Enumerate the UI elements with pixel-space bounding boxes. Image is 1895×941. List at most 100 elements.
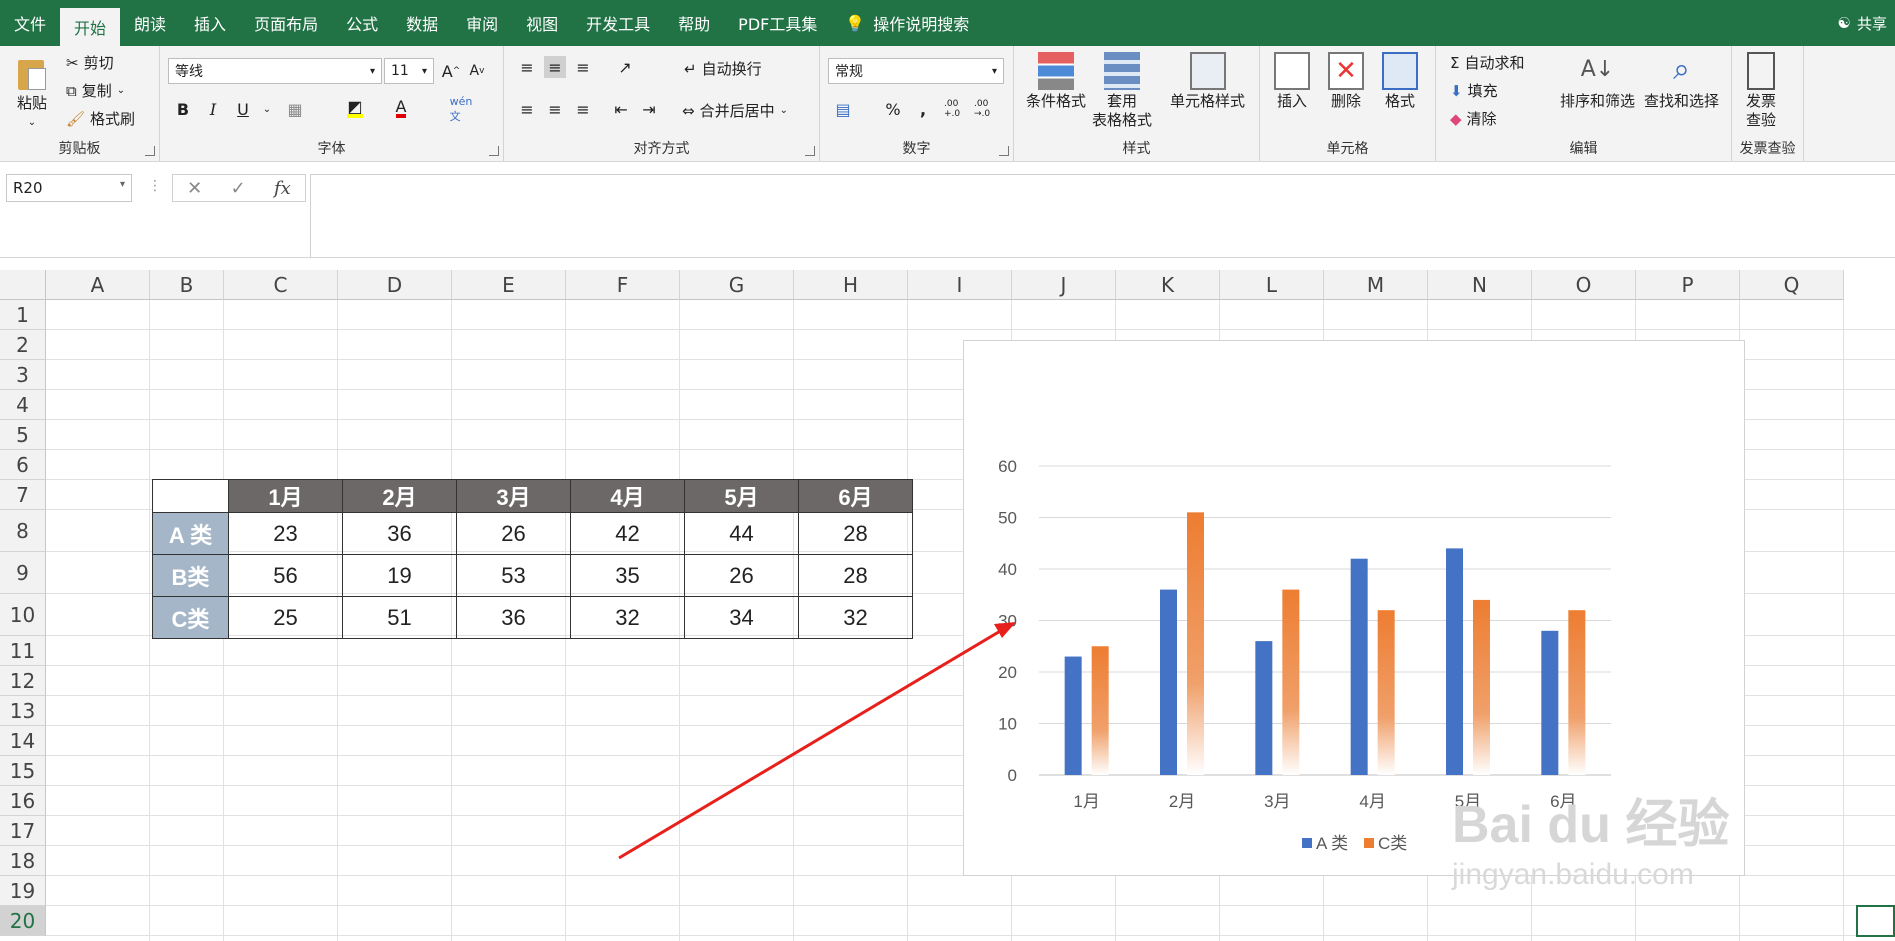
- percent-button[interactable]: %: [882, 98, 904, 120]
- column-header-I[interactable]: I: [908, 270, 1012, 300]
- row-header-13[interactable]: 13: [0, 696, 46, 726]
- row-header-16[interactable]: 16: [0, 786, 46, 816]
- month-header-cell[interactable]: 4月: [570, 479, 685, 513]
- font-name-select[interactable]: 等线 ▾: [168, 58, 382, 84]
- dialog-launcher-icon[interactable]: [805, 146, 815, 156]
- tab-2[interactable]: 朗读: [120, 0, 180, 46]
- dialog-launcher-icon[interactable]: [999, 146, 1009, 156]
- row-header-11[interactable]: 11: [0, 636, 46, 666]
- cut-button[interactable]: ✂ 剪切: [66, 52, 114, 73]
- align-middle-icon[interactable]: ≡: [544, 56, 566, 78]
- tab-7[interactable]: 审阅: [452, 0, 512, 46]
- value-cell[interactable]: 42: [570, 512, 685, 555]
- month-header-cell[interactable]: 1月: [228, 479, 343, 513]
- align-center-icon[interactable]: ≡: [544, 98, 566, 120]
- format-as-table-button[interactable]: 套用 表格格式: [1092, 52, 1152, 130]
- value-cell[interactable]: 36: [456, 596, 571, 639]
- value-cell[interactable]: 32: [798, 596, 913, 639]
- dialog-launcher-icon[interactable]: [489, 146, 499, 156]
- value-cell[interactable]: 19: [342, 554, 457, 597]
- invoice-check-button[interactable]: 发票 查验: [1746, 52, 1776, 130]
- value-cell[interactable]: 23: [228, 512, 343, 555]
- decrease-decimal-button[interactable]: .00 →.0: [974, 98, 996, 120]
- delete-cells-button[interactable]: ✕ 删除: [1328, 52, 1364, 111]
- conditional-format-button[interactable]: 条件格式: [1026, 52, 1086, 111]
- decrease-indent-icon[interactable]: ⇤: [610, 98, 632, 120]
- row-header-17[interactable]: 17: [0, 816, 46, 846]
- row-header-3[interactable]: 3: [0, 360, 46, 390]
- border-icon[interactable]: ▦: [284, 98, 306, 120]
- row-header-9[interactable]: 9: [0, 552, 46, 594]
- column-header-H[interactable]: H: [794, 270, 908, 300]
- italic-button[interactable]: I: [202, 98, 224, 120]
- name-box[interactable]: R20 ▾: [6, 174, 132, 202]
- column-header-Q[interactable]: Q: [1740, 270, 1844, 300]
- value-cell[interactable]: 56: [228, 554, 343, 597]
- merge-center-button[interactable]: ⇔ 合并后居中 ⌄: [682, 100, 788, 121]
- column-header-D[interactable]: D: [338, 270, 452, 300]
- align-right-icon[interactable]: ≡: [572, 98, 594, 120]
- row-header-6[interactable]: 6: [0, 450, 46, 480]
- align-top-icon[interactable]: ≡: [516, 56, 538, 78]
- row-header-19[interactable]: 19: [0, 876, 46, 906]
- column-header-P[interactable]: P: [1636, 270, 1740, 300]
- select-all-corner[interactable]: [0, 270, 46, 300]
- row-header-12[interactable]: 12: [0, 666, 46, 696]
- row-header-4[interactable]: 4: [0, 390, 46, 420]
- cancel-icon[interactable]: ✕: [187, 178, 202, 199]
- value-cell[interactable]: 36: [342, 512, 457, 555]
- number-format-select[interactable]: 常规 ▾: [828, 58, 1004, 84]
- bold-button[interactable]: B: [172, 98, 194, 120]
- value-cell[interactable]: 35: [570, 554, 685, 597]
- tab-5[interactable]: 公式: [332, 0, 392, 46]
- wrap-text-button[interactable]: ↵ 自动换行: [684, 58, 762, 79]
- value-cell[interactable]: 28: [798, 512, 913, 555]
- paste-button[interactable]: 粘贴 ⌄: [14, 54, 50, 132]
- value-cell[interactable]: 26: [456, 512, 571, 555]
- chevron-down-icon[interactable]: ⌄: [256, 98, 278, 120]
- row-label-cell[interactable]: A 类: [152, 512, 229, 555]
- value-cell[interactable]: 51: [342, 596, 457, 639]
- column-header-M[interactable]: M: [1324, 270, 1428, 300]
- row-header-7[interactable]: 7: [0, 480, 46, 510]
- column-header-A[interactable]: A: [46, 270, 150, 300]
- tab-9[interactable]: 开发工具: [572, 0, 664, 46]
- row-header-14[interactable]: 14: [0, 726, 46, 756]
- column-header-L[interactable]: L: [1220, 270, 1324, 300]
- find-select-button[interactable]: ⌕ 查找和选择: [1644, 52, 1719, 111]
- month-header-cell[interactable]: 3月: [456, 479, 571, 513]
- insert-cells-button[interactable]: 插入: [1274, 52, 1310, 111]
- tab-3[interactable]: 插入: [180, 0, 240, 46]
- copy-button[interactable]: ⧉ 复制 ⌄: [66, 80, 125, 101]
- row-header-5[interactable]: 5: [0, 420, 46, 450]
- empty-corner-cell[interactable]: [152, 479, 229, 513]
- align-bottom-icon[interactable]: ≡: [572, 56, 594, 78]
- month-header-cell[interactable]: 2月: [342, 479, 457, 513]
- tab-11[interactable]: PDF工具集: [724, 0, 831, 46]
- fill-button[interactable]: ⬇ 填充: [1450, 80, 1498, 101]
- font-size-select[interactable]: 11 ▾: [384, 58, 434, 84]
- formula-input[interactable]: [310, 174, 1895, 258]
- shrink-font-button[interactable]: Av: [466, 60, 488, 82]
- tab-8[interactable]: 视图: [512, 0, 572, 46]
- value-cell[interactable]: 28: [798, 554, 913, 597]
- chart[interactable]: 0 10 20 30 40 50 60 1月 2月 3月 4月 5月 6月 A 类 C类: [963, 340, 1745, 876]
- phonetic-button[interactable]: wén 文: [450, 95, 473, 123]
- value-cell[interactable]: 34: [684, 596, 799, 639]
- row-header-15[interactable]: 15: [0, 756, 46, 786]
- column-header-K[interactable]: K: [1116, 270, 1220, 300]
- cell-styles-button[interactable]: 单元格样式: [1170, 52, 1245, 111]
- autosum-button[interactable]: Σ 自动求和: [1450, 52, 1525, 73]
- row-header-10[interactable]: 10: [0, 594, 46, 636]
- underline-button[interactable]: U: [232, 98, 254, 120]
- row-header-20[interactable]: 20: [0, 906, 46, 936]
- orientation-icon[interactable]: ↗: [614, 56, 636, 78]
- value-cell[interactable]: 53: [456, 554, 571, 597]
- row-header-1[interactable]: 1: [0, 300, 46, 330]
- dialog-launcher-icon[interactable]: [145, 146, 155, 156]
- align-left-icon[interactable]: ≡: [516, 98, 538, 120]
- value-cell[interactable]: 26: [684, 554, 799, 597]
- column-header-O[interactable]: O: [1532, 270, 1636, 300]
- row-label-cell[interactable]: C类: [152, 596, 229, 639]
- selected-cell-r20[interactable]: [1856, 905, 1895, 937]
